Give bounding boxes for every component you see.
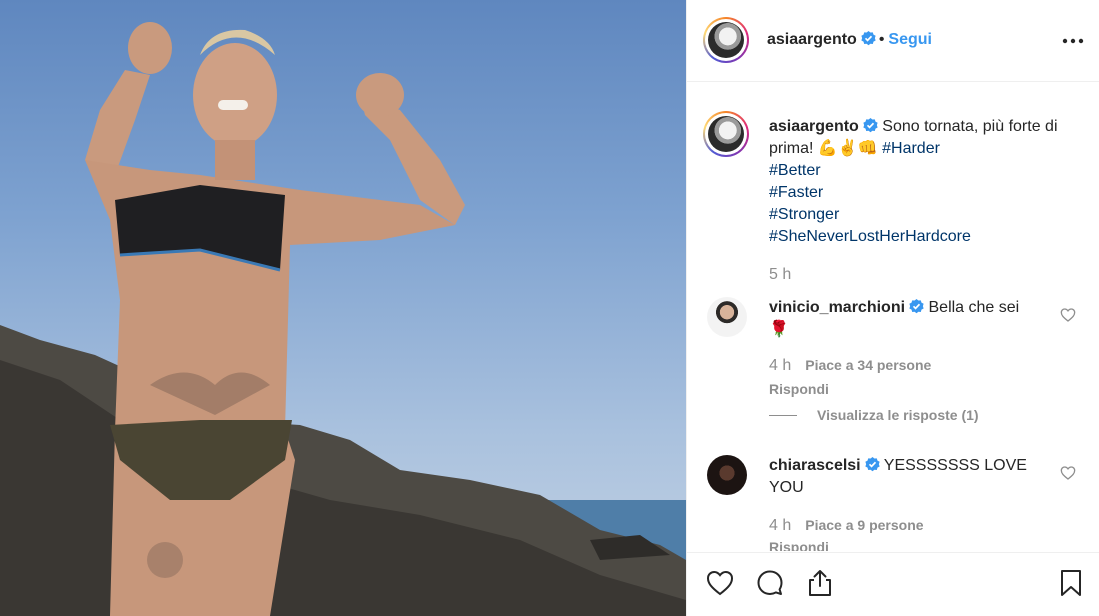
hashtag-faster[interactable]: #Faster: [769, 182, 1069, 204]
hashtag-harder[interactable]: #Harder: [882, 140, 940, 157]
commenter-avatar[interactable]: [707, 455, 747, 495]
header-user-line: asiaargento • Segui: [767, 31, 932, 49]
comment-icon[interactable]: [755, 568, 785, 598]
follow-button[interactable]: Segui: [888, 31, 932, 48]
caption-time: 5 h: [769, 266, 792, 283]
bookmark-icon[interactable]: [1056, 568, 1086, 598]
caption-username[interactable]: asiaargento: [769, 118, 859, 135]
reply-button[interactable]: Rispondi: [769, 539, 829, 551]
more-options-icon[interactable]: [1062, 31, 1084, 51]
verified-badge-icon: [865, 457, 880, 472]
comment-time: 4 h: [769, 357, 792, 374]
view-replies-button[interactable]: Visualizza le risposte (1): [769, 407, 979, 423]
heart-icon[interactable]: [705, 568, 735, 598]
action-bar: [687, 552, 1099, 616]
comment-body: vinicio_marchioni Bella che sei 🌹: [769, 297, 1039, 341]
comment-time: 4 h: [769, 517, 792, 534]
post-side-panel: asiaargento • Segui asiaargento Sono torna…: [686, 0, 1099, 616]
comments-list[interactable]: asiaargento Sono tornata, più forte di p…: [687, 83, 1099, 551]
photo-illustration: [0, 22, 686, 616]
comment-like-heart-icon[interactable]: [1060, 465, 1076, 481]
comment-text: Bella che sei: [928, 299, 1020, 316]
comment-body: chiarascelsi YESSSSSSS LOVE YOU: [769, 455, 1039, 499]
comment-item: vinicio_marchioni Bella che sei 🌹 4 h Pia…: [687, 295, 1099, 425]
owner-avatar[interactable]: [703, 17, 749, 63]
post-photo[interactable]: [0, 0, 686, 616]
caption-avatar[interactable]: [703, 111, 749, 157]
comment-meta: 4 h Piace a 9 persone: [769, 517, 924, 535]
comment-like-heart-icon[interactable]: [1060, 307, 1076, 323]
comment-item: chiarascelsi YESSSSSSS LOVE YOU 4 h Piace…: [687, 453, 1099, 551]
verified-badge-icon: [909, 299, 924, 314]
replies-divider: [769, 415, 797, 416]
share-icon[interactable]: [805, 568, 835, 598]
post-caption: asiaargento Sono tornata, più forte di p…: [769, 116, 1069, 248]
commenter-username[interactable]: chiarascelsi: [769, 457, 861, 474]
post-header: asiaargento • Segui: [687, 0, 1099, 82]
comment-emoji: 🌹: [769, 321, 789, 338]
reply-button[interactable]: Rispondi: [769, 381, 829, 397]
verified-badge-icon: [863, 118, 878, 133]
hashtag-sheneverlostherhardcore[interactable]: #SheNeverLostHerHardcore: [769, 226, 1069, 248]
hashtag-better[interactable]: #Better: [769, 160, 1069, 182]
hashtag-stronger[interactable]: #Stronger: [769, 204, 1069, 226]
view-replies-label: Visualizza le risposte (1): [817, 407, 979, 423]
header-separator: •: [878, 31, 885, 48]
commenter-username[interactable]: vinicio_marchioni: [769, 299, 905, 316]
comment-meta: 4 h Piace a 34 persone: [769, 357, 931, 375]
owner-username[interactable]: asiaargento: [767, 31, 857, 48]
comment-likes[interactable]: Piace a 9 persone: [805, 517, 923, 533]
commenter-avatar[interactable]: [707, 297, 747, 337]
comment-likes[interactable]: Piace a 34 persone: [805, 357, 931, 373]
verified-badge-icon: [861, 31, 876, 46]
